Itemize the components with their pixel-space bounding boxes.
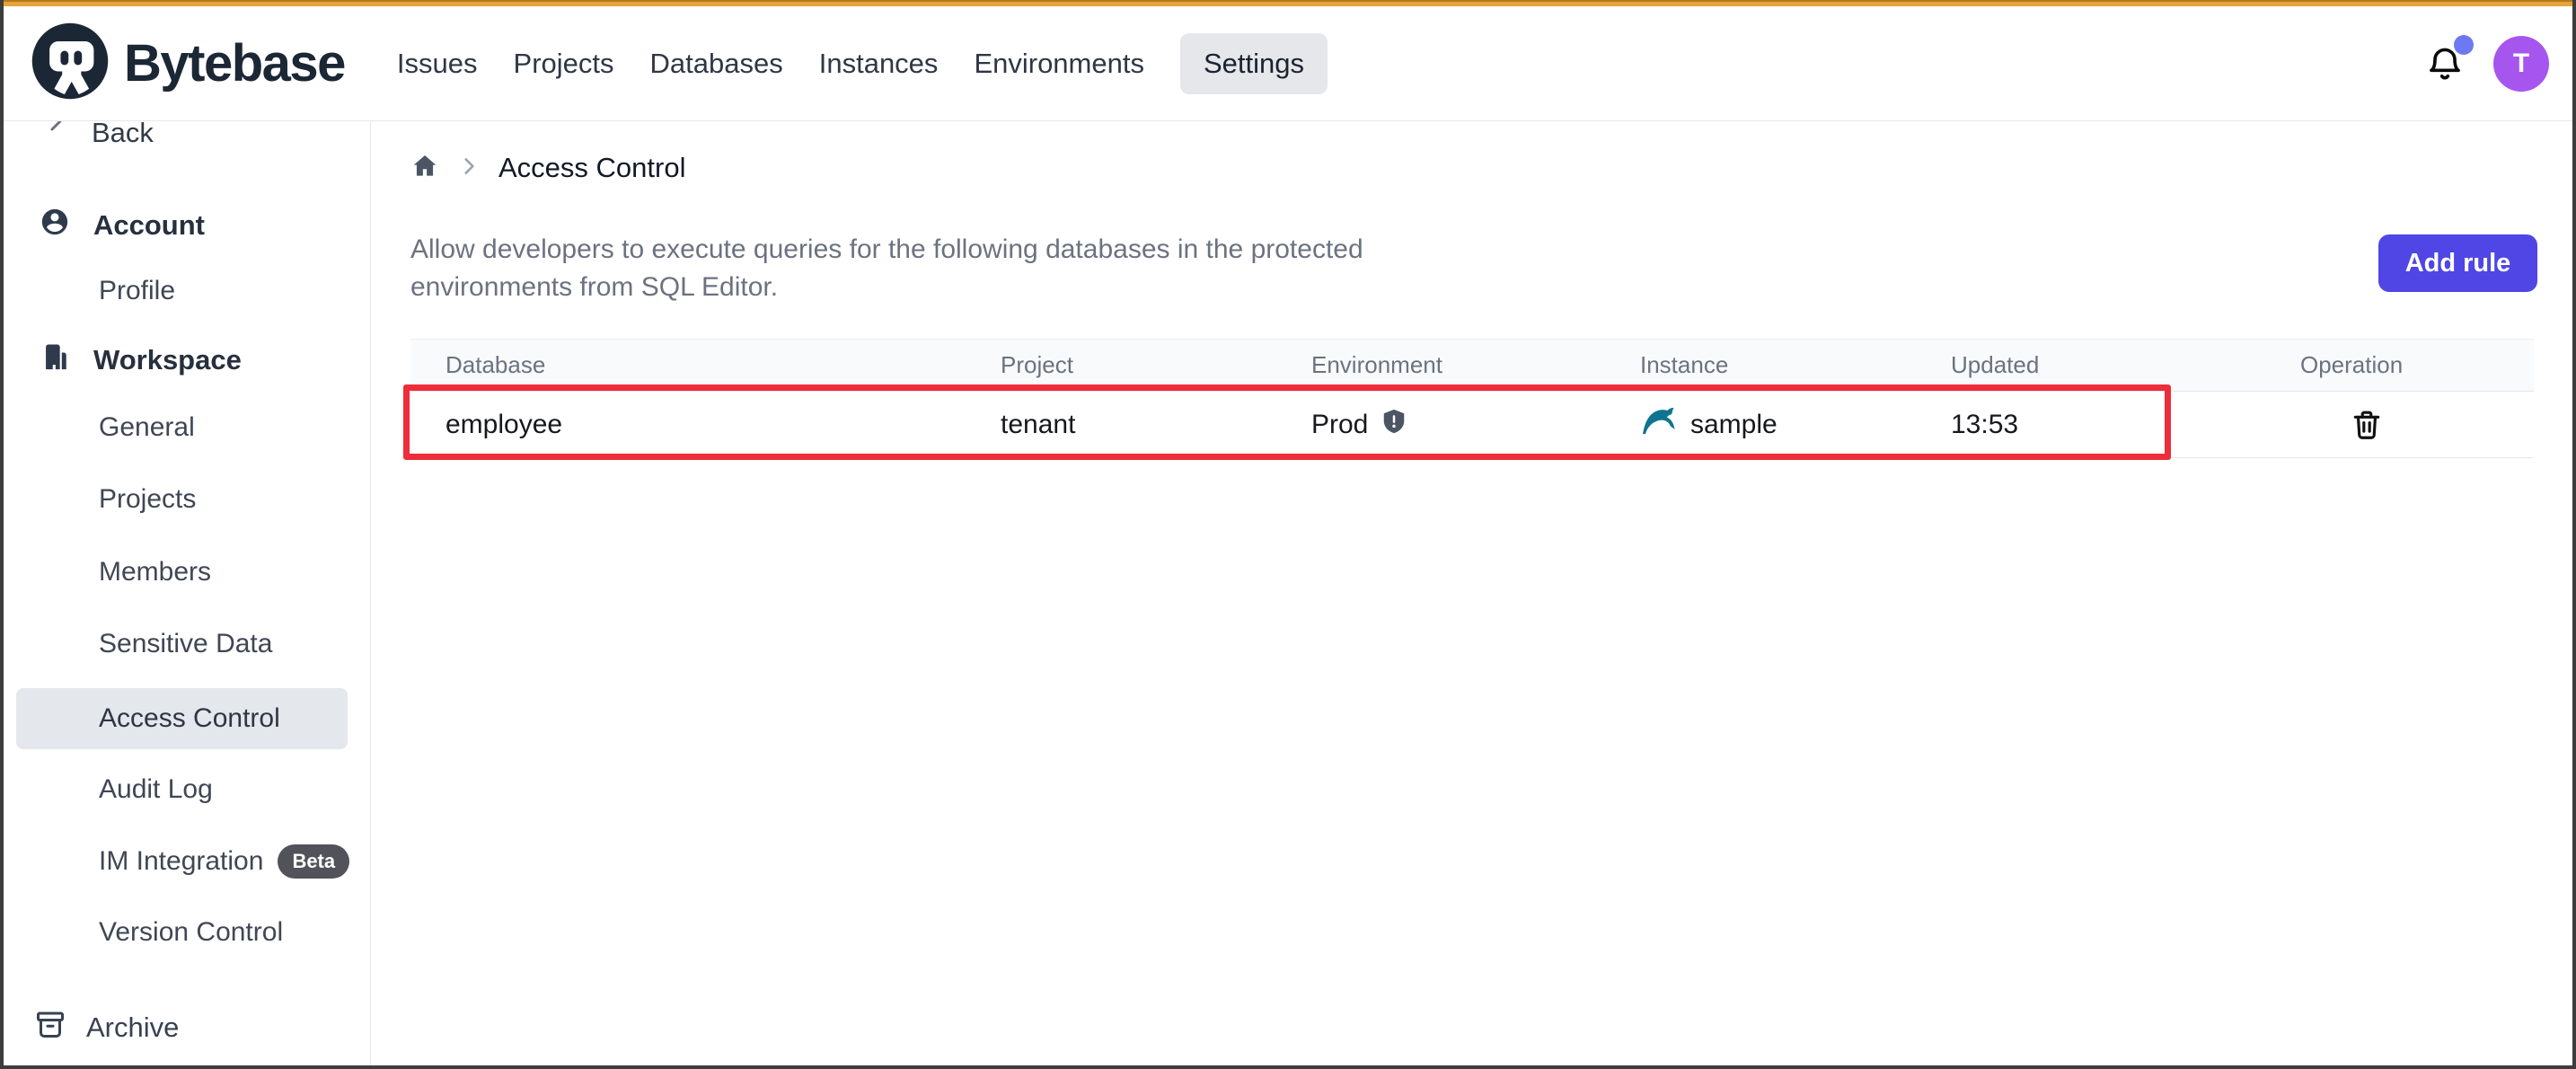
chevron-left-icon [43, 121, 70, 150]
main-nav: Issues Projects Databases Instances Envi… [397, 33, 1328, 94]
nav-item-instances[interactable]: Instances [819, 48, 939, 80]
mysql-dolphin-icon [1640, 406, 1678, 444]
back-label: Back [92, 121, 154, 149]
description-line: environments from SQL Editor. [410, 269, 1363, 306]
app-window: Bytebase Issues Projects Databases Insta… [0, 0, 2576, 1069]
navbar-right: T [2425, 36, 2549, 92]
cell-instance: sample [1605, 406, 1916, 444]
cell-operation [2300, 407, 2534, 443]
nav-item-databases[interactable]: Databases [650, 48, 783, 80]
nav-item-projects[interactable]: Projects [514, 48, 614, 80]
column-header-project: Project [966, 351, 1276, 379]
user-avatar[interactable]: T [2493, 36, 2549, 92]
breadcrumb: Access Control [410, 152, 2537, 184]
breadcrumb-current: Access Control [498, 152, 685, 184]
building-icon [40, 341, 70, 379]
person-circle-icon [40, 207, 70, 244]
nav-item-environments[interactable]: Environments [974, 48, 1144, 80]
sidebar-section-label: Workspace [93, 344, 242, 376]
page-description: Allow developers to execute queries for … [410, 231, 1363, 306]
delete-rule-button[interactable] [2350, 407, 2384, 443]
brand-name: Bytebase [124, 33, 345, 93]
sidebar-item-profile[interactable]: Profile [4, 270, 370, 312]
environment-label: Prod [1311, 410, 1368, 440]
cell-project: tenant [966, 410, 1276, 440]
sidebar-item-members[interactable]: Members [4, 552, 370, 593]
chevron-right-icon [457, 155, 481, 182]
archive-label: Archive [86, 1012, 179, 1044]
notification-dot [2454, 35, 2474, 55]
column-header-operation: Operation [2300, 351, 2534, 379]
description-line: Allow developers to execute queries for … [410, 231, 1363, 269]
settings-sidebar: Back Account Profile Workspac [4, 121, 371, 1065]
sidebar-item-audit-log[interactable]: Audit Log [4, 769, 370, 810]
sidebar-item-sensitive-data[interactable]: Sensitive Data [4, 623, 370, 665]
brand[interactable]: Bytebase [31, 22, 345, 105]
table-header-row: Database Project Environment Instance Up… [410, 339, 2534, 392]
bell-icon [2425, 74, 2465, 89]
cell-updated: 13:53 [1916, 410, 2300, 440]
table-row[interactable]: employee tenant Prod [410, 392, 2534, 458]
window-top-accent [4, 0, 2572, 6]
column-header-database: Database [410, 351, 966, 379]
nav-item-settings[interactable]: Settings [1180, 33, 1328, 94]
column-header-environment: Environment [1276, 351, 1605, 379]
notifications-button[interactable] [2425, 42, 2465, 85]
home-icon[interactable] [410, 152, 439, 185]
sidebar-item-im-integration[interactable]: IM Integration Beta [4, 841, 370, 882]
sidebar-section-account: Account [4, 204, 370, 247]
column-header-instance: Instance [1605, 351, 1916, 379]
top-navbar: Bytebase Issues Projects Databases Insta… [4, 6, 2572, 121]
archive-box-icon [34, 1008, 66, 1047]
back-button[interactable]: Back [4, 121, 370, 154]
sidebar-item-access-control[interactable]: Access Control [16, 688, 348, 749]
sidebar-item-version-control[interactable]: Version Control [4, 912, 370, 953]
sidebar-item-archive[interactable]: Archive [4, 1008, 179, 1047]
nav-item-issues[interactable]: Issues [397, 48, 478, 80]
sidebar-item-projects[interactable]: Projects [4, 479, 370, 520]
sidebar-section-workspace: Workspace [4, 339, 370, 382]
sidebar-section-label: Account [93, 209, 205, 242]
cell-database: employee [410, 410, 966, 440]
shield-exclamation-icon [1381, 408, 1407, 442]
access-rules-table: Database Project Environment Instance Up… [410, 339, 2534, 458]
sidebar-item-general[interactable]: General [4, 407, 370, 448]
sidebar-item-label: IM Integration [99, 846, 263, 877]
instance-label: sample [1690, 410, 1778, 440]
beta-badge: Beta [278, 844, 349, 879]
main-content: Access Control Allow developers to execu… [371, 121, 2572, 1065]
trash-icon [2350, 432, 2384, 446]
add-rule-button[interactable]: Add rule [2378, 234, 2537, 292]
bytebase-logo-icon [31, 22, 110, 105]
cell-environment: Prod [1276, 408, 1605, 442]
column-header-updated: Updated [1916, 351, 2300, 379]
